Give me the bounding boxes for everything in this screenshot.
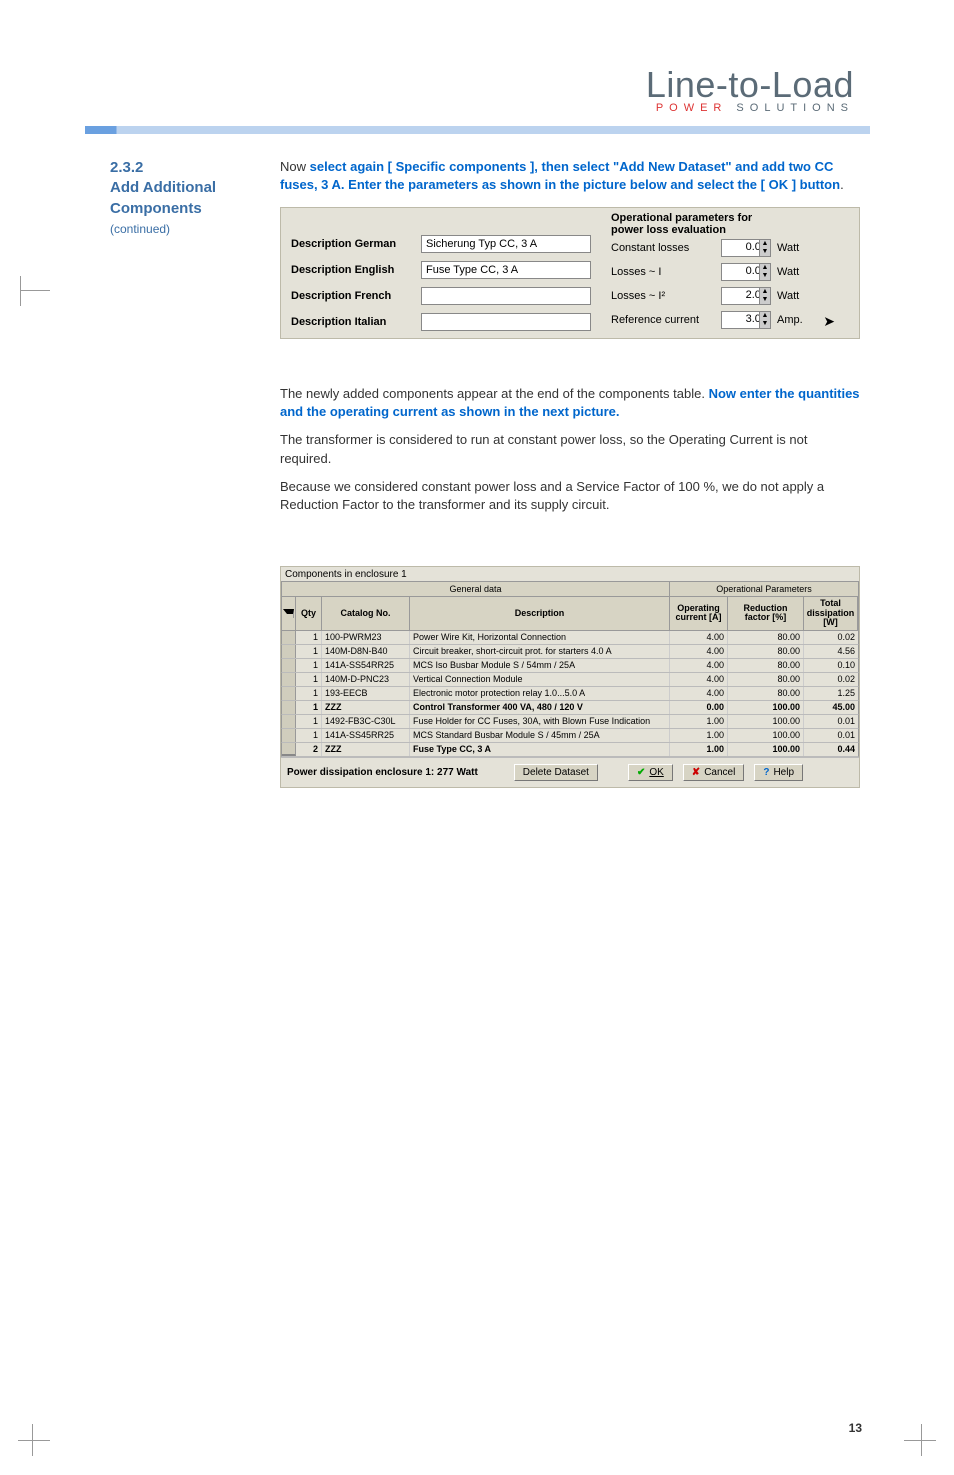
table-row[interactable]: 1100-PWRM23Power Wire Kit, Horizontal Co…	[281, 631, 859, 645]
row-selector[interactable]	[282, 729, 296, 742]
cursor-icon: ➤	[823, 313, 835, 330]
operational-parameters-dialog: Description German Description English D…	[280, 207, 860, 339]
crop-mark	[18, 1440, 50, 1441]
table-row[interactable]: 1ZZZControl Transformer 400 VA, 480 / 12…	[281, 701, 859, 715]
continued-label: (continued)	[110, 221, 250, 237]
spinner-icon[interactable]: ▲▼	[759, 288, 770, 304]
label-desc-french: Description French	[291, 290, 421, 302]
section-title-line2: Components	[110, 199, 250, 219]
close-icon: ✘	[692, 767, 700, 778]
col-operating-current: Operating current [A]	[670, 597, 728, 629]
col-description: Description	[410, 597, 670, 629]
row-selector[interactable]	[282, 659, 296, 672]
label-desc-italian: Description Italian	[291, 316, 421, 328]
label-constant-losses: Constant losses	[611, 242, 721, 254]
table-row[interactable]: 1140M-D8N-B40Circuit breaker, short-circ…	[281, 645, 859, 659]
table-row[interactable]: 1141A-SS54RR25MCS Iso Busbar Module S / …	[281, 659, 859, 673]
ops-param-fields: Constant losses0.00▲▼Watt Losses ~ I0.00…	[611, 238, 851, 334]
table-row[interactable]: 1193-EECBElectronic motor protection rel…	[281, 687, 859, 701]
section-title-line1: Add Additional	[110, 178, 250, 198]
help-icon: ?	[763, 767, 769, 778]
field-desc-italian[interactable]	[421, 313, 591, 331]
content: Now select again [ Specific components ]…	[280, 158, 860, 788]
field-desc-french[interactable]	[421, 287, 591, 305]
label-reference-current: Reference current	[611, 314, 721, 326]
crop-mark	[904, 1440, 936, 1441]
row-selector[interactable]	[282, 673, 296, 686]
field-losses-i[interactable]: 0.00▲▼	[721, 263, 771, 281]
spinner-icon[interactable]: ▲▼	[759, 312, 770, 328]
table-row[interactable]: 1141A-SS45RR25MCS Standard Busbar Module…	[281, 729, 859, 743]
section-number: 2.3.2	[110, 158, 250, 178]
col-total-dissipation: Total dissipation [W]	[804, 597, 858, 629]
header-rule	[85, 126, 870, 134]
col-catalog: Catalog No.	[322, 597, 410, 629]
logo-sub: POWER SOLUTIONS	[554, 102, 854, 114]
ok-button[interactable]: ✔OK	[628, 764, 673, 781]
field-constant-losses[interactable]: 0.00▲▼	[721, 239, 771, 257]
row-selector[interactable]	[282, 645, 296, 658]
table-row[interactable]: 1140M-D-PNC23Vertical Connection Module4…	[281, 673, 859, 687]
table-body: 1100-PWRM23Power Wire Kit, Horizontal Co…	[281, 631, 859, 757]
cancel-button[interactable]: ✘Cancel	[683, 764, 745, 781]
label-desc-german: Description German	[291, 238, 421, 250]
table-row[interactable]: 11492-FB3C-C30LFuse Holder for CC Fuses,…	[281, 715, 859, 729]
row-selector[interactable]	[282, 715, 296, 728]
body-text: The newly added components appear at the…	[280, 385, 860, 514]
table-header-row: Qty Catalog No. Description Operating cu…	[281, 597, 859, 630]
ops-panel-title: Operational parameters for power loss ev…	[611, 212, 771, 236]
table-footer: Power dissipation enclosure 1: 277 Watt …	[281, 757, 859, 787]
enclosure-label: Components in enclosure 1	[281, 567, 859, 581]
field-losses-i2[interactable]: 2.00▲▼	[721, 287, 771, 305]
label-losses-i: Losses ~ I	[611, 266, 721, 278]
field-desc-english[interactable]	[421, 261, 591, 279]
components-table-panel: Components in enclosure 1 General data O…	[280, 566, 860, 787]
delete-dataset-button[interactable]: Delete Dataset	[514, 764, 598, 781]
crop-mark	[20, 290, 50, 320]
dropdown-icon[interactable]	[282, 597, 296, 629]
field-desc-german[interactable]	[421, 235, 591, 253]
col-qty: Qty	[296, 597, 322, 629]
power-dissipation-label: Power dissipation enclosure 1: 277 Watt	[287, 767, 478, 778]
check-icon: ✔	[637, 767, 645, 778]
row-selector[interactable]	[282, 687, 296, 700]
sidebar: 2.3.2 Add Additional Components (continu…	[110, 158, 250, 237]
page-number: 13	[849, 1421, 862, 1435]
description-fields: Description German Description English D…	[291, 234, 591, 338]
row-selector[interactable]	[282, 701, 296, 714]
label-losses-i2: Losses ~ I²	[611, 290, 721, 302]
table-row[interactable]: 2ZZZFuse Type CC, 3 A1.00100.000.44	[281, 743, 859, 757]
intro-paragraph: Now select again [ Specific components ]…	[280, 158, 860, 193]
spinner-icon[interactable]: ▲▼	[759, 240, 770, 256]
label-desc-english: Description English	[291, 264, 421, 276]
logo-main: Line-to-Load	[554, 64, 854, 106]
table-header-group: General data Operational Parameters	[281, 581, 859, 597]
spinner-icon[interactable]: ▲▼	[759, 264, 770, 280]
logo: Line-to-Load POWER SOLUTIONS	[554, 64, 854, 114]
field-reference-current[interactable]: 3.00▲▼	[721, 311, 771, 329]
col-reduction-factor: Reduction factor [%]	[728, 597, 804, 629]
row-selector[interactable]	[282, 631, 296, 644]
help-button[interactable]: ?Help	[754, 764, 803, 781]
row-selector[interactable]	[282, 743, 296, 756]
